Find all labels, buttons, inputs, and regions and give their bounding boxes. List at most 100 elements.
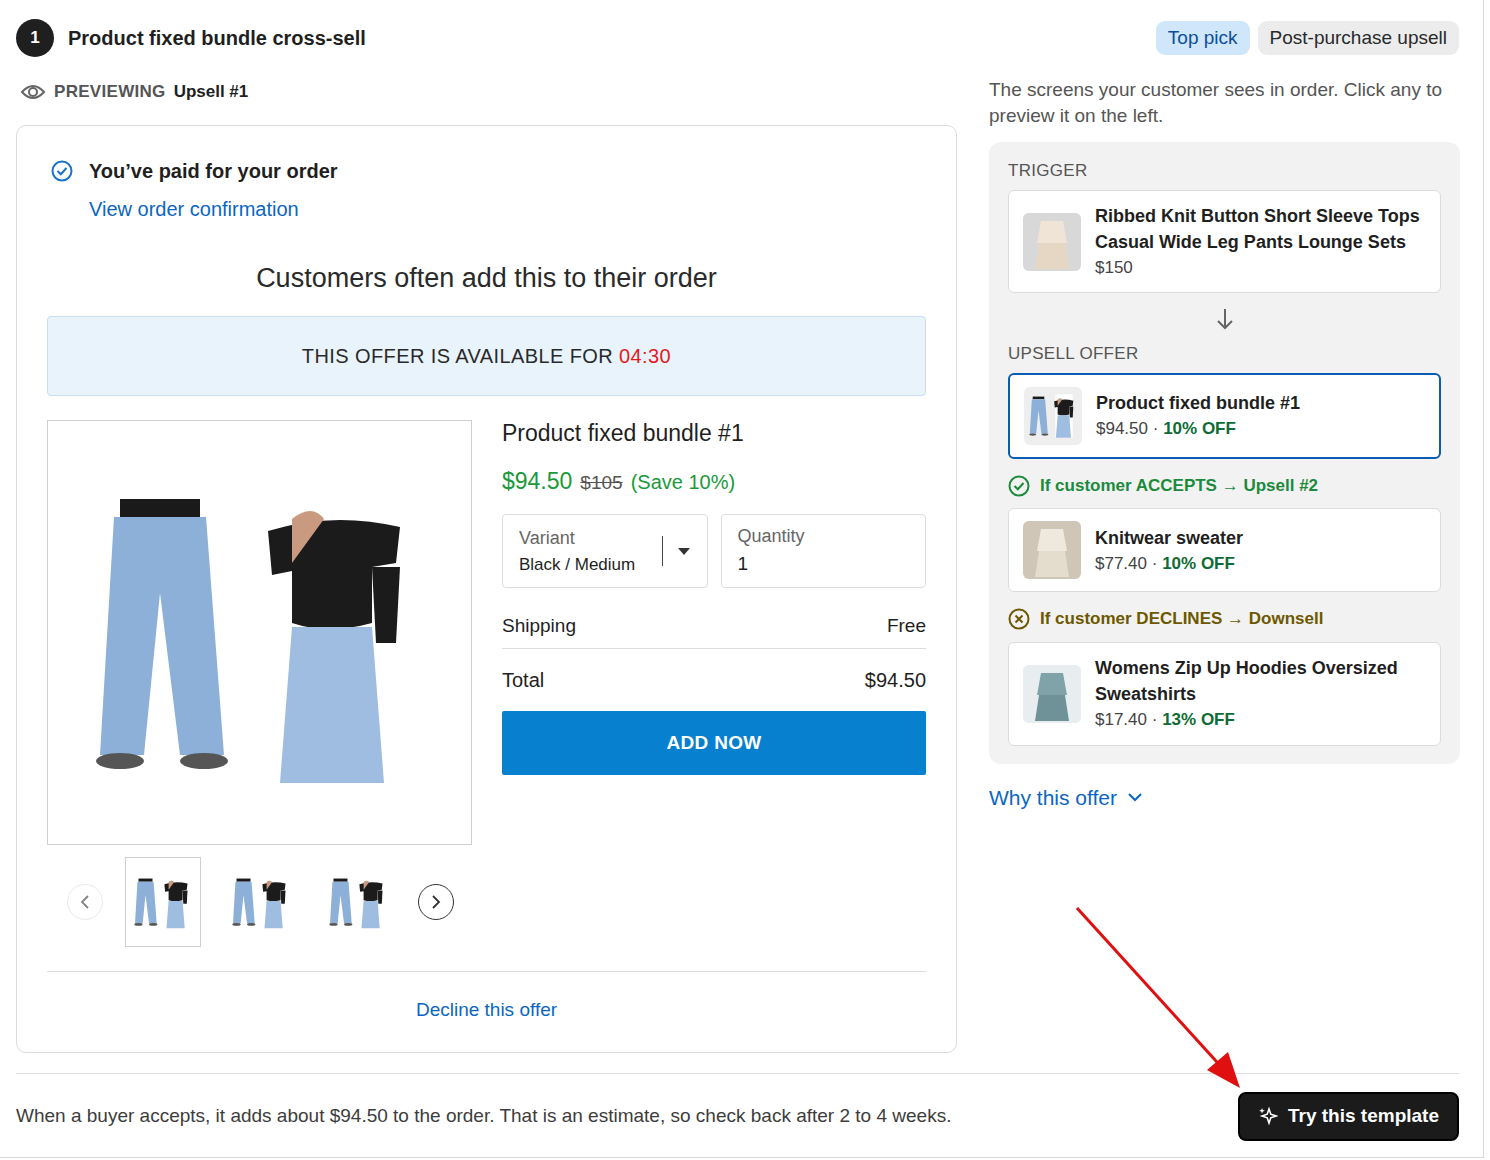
decline-row: Decline this offer (47, 971, 926, 1025)
main-area: PREVIEWING Upsell #1 You’ve paid for you… (16, 77, 1459, 1053)
preview-value: Upsell #1 (174, 79, 249, 105)
trigger-card[interactable]: Ribbed Knit Button Short Sleeve Tops Cas… (1008, 190, 1441, 294)
product-title: Product fixed bundle #1 (502, 420, 926, 448)
tag-chip: Top pick (1156, 21, 1250, 56)
offer-thumbnail (1024, 387, 1082, 445)
shipping-label: Shipping (502, 612, 576, 641)
header-left: 1 Product fixed bundle cross-sell (16, 19, 366, 57)
check-circle-icon (51, 160, 73, 182)
confirmation-link[interactable]: View order confirmation (89, 194, 299, 224)
product-photo (60, 483, 460, 783)
thumbnail[interactable] (223, 857, 299, 947)
branch-label-text: If customer DECLINES → Downsell (1040, 606, 1323, 632)
add-now-button[interactable]: ADD NOW (502, 711, 926, 775)
shipping-value: Free (887, 612, 926, 641)
branch-title: Womens Zip Up Hoodies Oversized Sweatshi… (1095, 655, 1426, 707)
branch-card[interactable]: Womens Zip Up Hoodies Oversized Sweatshi… (1008, 642, 1441, 746)
step-number: 1 (16, 19, 54, 57)
product-image (47, 420, 472, 845)
branch-label: If customer ACCEPTS → Upsell #2 (1008, 473, 1441, 499)
branch-list: If customer ACCEPTS → Upsell #2 Knitwear … (1008, 473, 1441, 746)
chevron-right-icon (431, 895, 441, 909)
price-row: $94.50 $105 (Save 10%) (502, 464, 926, 499)
branch-price-line: $77.40 · 10% OFF (1095, 551, 1243, 577)
decline-x-icon (1008, 608, 1030, 630)
separator: · (1152, 710, 1158, 729)
branch-card[interactable]: Knitwear sweater$77.40 · 10% OFF (1008, 508, 1441, 592)
product-details: Product fixed bundle #1 $94.50 $105 (Sav… (502, 420, 926, 947)
try-template-button[interactable]: Try this template (1238, 1092, 1459, 1141)
variant-label: Variant (519, 525, 648, 552)
checkout-preview: You’ve paid for your order View order co… (16, 125, 957, 1053)
footer: When a buyer accepts, it adds about $94.… (16, 1073, 1459, 1155)
paid-row: You’ve paid for your order View order co… (47, 156, 926, 224)
image-column (47, 420, 472, 947)
offer-price: $94.50 (1096, 419, 1148, 438)
offer-discount: 10% OFF (1163, 419, 1236, 438)
thumbnail-photo (323, 874, 393, 930)
thumbnail[interactable] (125, 857, 201, 947)
down-arrow-icon (1215, 307, 1235, 331)
separator: · (1153, 419, 1159, 438)
why-offer-label: Why this offer (989, 782, 1117, 814)
trigger-photo (1023, 213, 1081, 271)
eye-icon (20, 82, 46, 102)
branch-discount: 13% OFF (1162, 710, 1235, 729)
template-title: Product fixed bundle cross-sell (68, 26, 366, 50)
sparkle-icon (1258, 1106, 1278, 1126)
preview-label: PREVIEWING (54, 79, 166, 105)
branch-text: Knitwear sweater$77.40 · 10% OFF (1095, 525, 1243, 577)
quantity-field[interactable]: Quantity 1 (721, 514, 927, 588)
variant-select[interactable]: Variant Black / Medium (502, 514, 708, 588)
total-label: Total (502, 665, 544, 695)
price: $94.50 (502, 464, 572, 499)
flow-arrow (1008, 293, 1441, 341)
timer-label: THIS OFFER IS AVAILABLE FOR (302, 345, 613, 367)
paid-message: You’ve paid for your order (89, 156, 338, 186)
preview-label-row: PREVIEWING Upsell #1 (20, 77, 957, 107)
tag-chip: Post-purchase upsell (1258, 21, 1459, 56)
offer-title: Product fixed bundle #1 (1096, 390, 1300, 416)
header: 1 Product fixed bundle cross-sell Top pi… (16, 19, 1459, 57)
total-value: $94.50 (865, 665, 926, 695)
flow-panel: TRIGGER Ribbed Knit Button Short Sleeve … (989, 142, 1460, 763)
footer-note: When a buyer accepts, it adds about $94.… (16, 1102, 951, 1131)
trigger-thumbnail (1023, 213, 1081, 271)
flow-column: The screens your customer sees in order.… (989, 77, 1460, 1053)
quantity-label: Quantity (738, 523, 910, 550)
branch-title: Knitwear sweater (1095, 525, 1243, 551)
chip-list: Top pickPost-purchase upsell (1156, 21, 1459, 56)
variant-value: Black / Medium (519, 552, 648, 578)
trigger-label: TRIGGER (1008, 158, 1441, 184)
branch-label: If customer DECLINES → Downsell (1008, 606, 1441, 632)
offer-card[interactable]: Product fixed bundle #1 $94.50 · 10% OFF (1008, 373, 1441, 459)
decline-link[interactable]: Decline this offer (416, 999, 557, 1020)
timer-banner: THIS OFFER IS AVAILABLE FOR 04:30 (47, 316, 926, 396)
upsell-label: UPSELL OFFER (1008, 341, 1441, 367)
carousel-next-button[interactable] (418, 884, 454, 920)
quantity-value: 1 (738, 550, 910, 579)
field-row: Variant Black / Medium Quantity 1 (502, 514, 926, 588)
thumbnail[interactable] (320, 857, 396, 947)
branch-photo (1023, 665, 1081, 723)
branch-price: $17.40 (1095, 710, 1147, 729)
shipping-row: Shipping Free (502, 588, 926, 650)
select-divider (662, 536, 663, 566)
separator: · (1152, 554, 1158, 573)
accept-check-icon (1008, 475, 1030, 497)
try-template-label: Try this template (1288, 1102, 1439, 1131)
carousel-prev-button[interactable] (67, 884, 103, 920)
branch-thumbnail (1023, 665, 1081, 723)
thumbnail-photo (128, 874, 198, 930)
why-offer-toggle[interactable]: Why this offer (989, 782, 1143, 814)
offer-heading: Customers often add this to their order (47, 262, 926, 294)
template-panel: 1 Product fixed bundle cross-sell Top pi… (0, 0, 1484, 1158)
product-area: Product fixed bundle #1 $94.50 $105 (Sav… (47, 420, 926, 947)
branch-thumbnail (1023, 521, 1081, 579)
timer-time: 04:30 (619, 345, 671, 367)
offer-text: Product fixed bundle #1 $94.50 · 10% OFF (1096, 390, 1300, 442)
branch-price-line: $17.40 · 13% OFF (1095, 707, 1426, 733)
trigger-price: $150 (1095, 255, 1426, 281)
branch-label-text: If customer ACCEPTS → Upsell #2 (1040, 473, 1318, 499)
thumbnail-row (47, 857, 472, 947)
